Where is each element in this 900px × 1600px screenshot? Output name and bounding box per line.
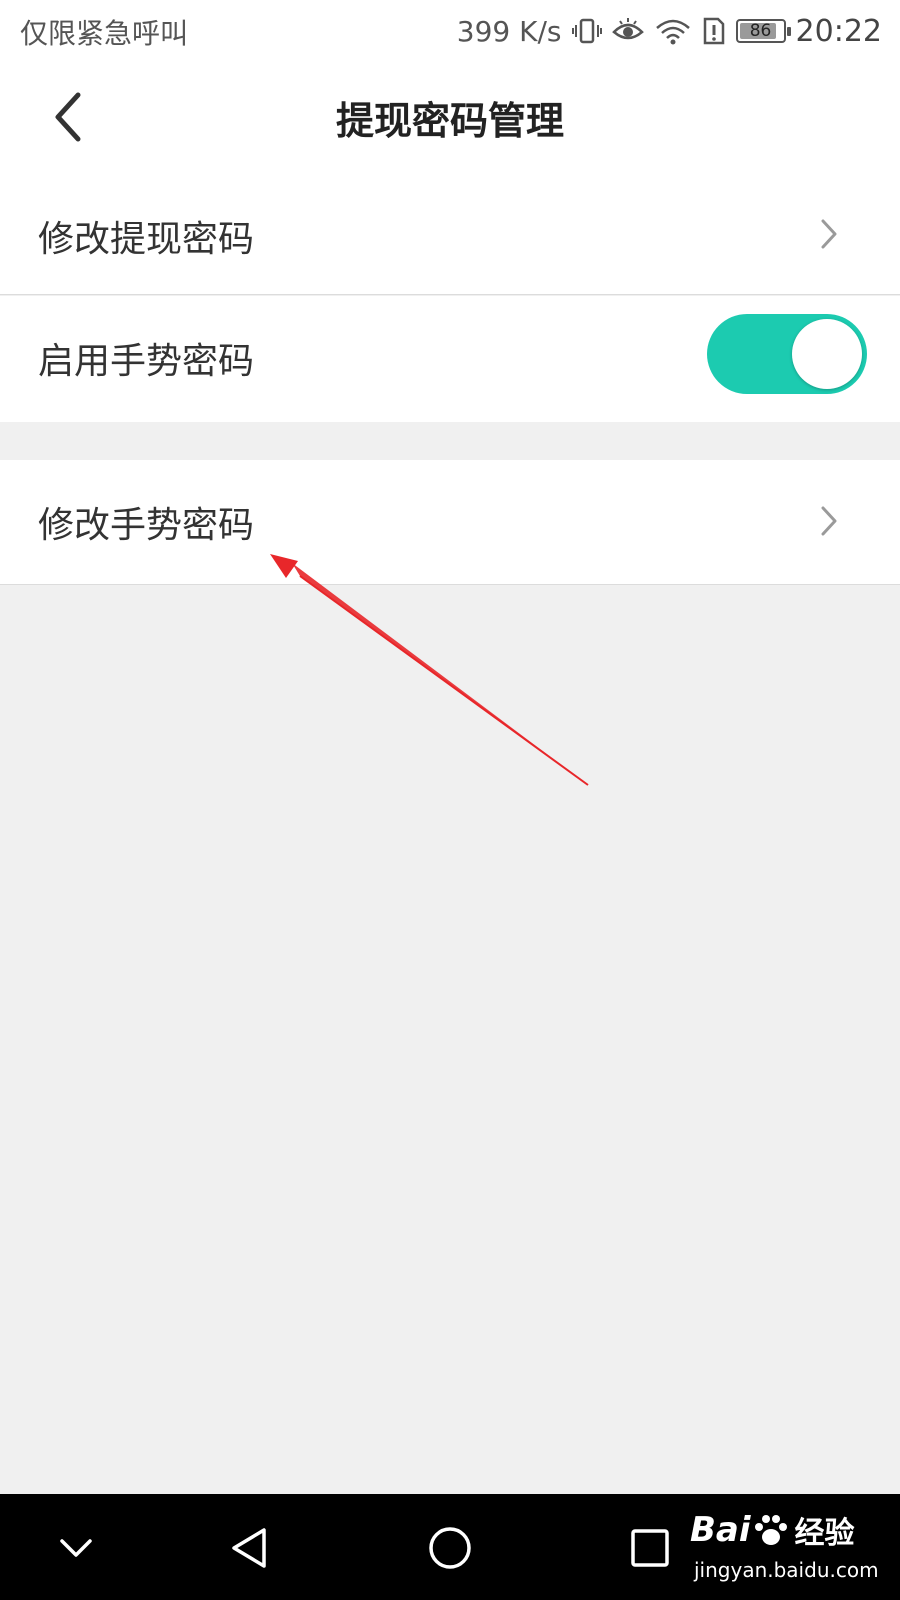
nav-home-button[interactable]: [418, 1516, 482, 1580]
toggle-knob: [792, 319, 862, 389]
watermark-brand-prefix: Bai: [690, 1510, 751, 1550]
triangle-back-icon: [232, 1528, 266, 1568]
annotation-arrow-body: [292, 563, 588, 785]
baidu-jingyan-watermark: Bai 经验 jingyan.baidu.com: [690, 1508, 879, 1588]
battery-icon: 86: [735, 19, 791, 43]
list-item-enable-gesture-password: 启用手势密码: [0, 296, 900, 422]
system-nav-bar: Bai 经验 jingyan.baidu.com: [0, 1494, 900, 1600]
page-title: 提现密码管理: [335, 99, 564, 143]
carrier-status-text: 仅限紧急呼叫: [20, 17, 189, 50]
list-item-label: 修改提现密码: [38, 219, 255, 260]
circle-home-icon: [429, 1527, 471, 1569]
paw-icon: [754, 1515, 787, 1545]
watermark-url: jingyan.baidu.com: [694, 1558, 879, 1582]
square-recent-icon: [631, 1529, 669, 1567]
annotation-arrow-line: [299, 575, 589, 786]
wifi-icon: [654, 16, 692, 46]
list-item-change-withdraw-password[interactable]: 修改提现密码: [0, 177, 900, 295]
battery-level-text: 86: [749, 21, 772, 41]
network-speed-text: 399 K/s: [456, 14, 562, 48]
list-item-label: 启用手势密码: [38, 341, 255, 382]
status-icons: 399 K/s 86 20:22: [457, 10, 882, 52]
watermark-logo: Bai 经验: [690, 1508, 855, 1552]
screen: 仅限紧急呼叫 399 K/s 86 20:22 提现密码管理 修改提现密码 启用…: [0, 0, 900, 1600]
gesture-password-toggle[interactable]: [707, 314, 867, 394]
status-bar: 仅限紧急呼叫 399 K/s 86 20:22: [0, 0, 900, 62]
chevron-down-icon: [60, 1539, 92, 1557]
list-item-change-gesture-password[interactable]: 修改手势密码: [0, 460, 900, 585]
sim-alert-icon: [702, 16, 726, 46]
list-item-label: 修改手势密码: [38, 505, 255, 546]
watermark-brand-suffix: 经验: [794, 1516, 855, 1551]
vibrate-icon: [571, 16, 602, 46]
hide-nav-button[interactable]: [44, 1516, 108, 1580]
chevron-right-icon: [821, 506, 837, 536]
eye-comfort-icon: [611, 16, 644, 46]
chevron-right-icon: [821, 219, 837, 249]
nav-back-button[interactable]: [218, 1516, 282, 1580]
clock-text: 20:22: [795, 13, 882, 49]
app-header: 提现密码管理: [0, 62, 900, 177]
nav-recent-button[interactable]: [618, 1516, 682, 1580]
